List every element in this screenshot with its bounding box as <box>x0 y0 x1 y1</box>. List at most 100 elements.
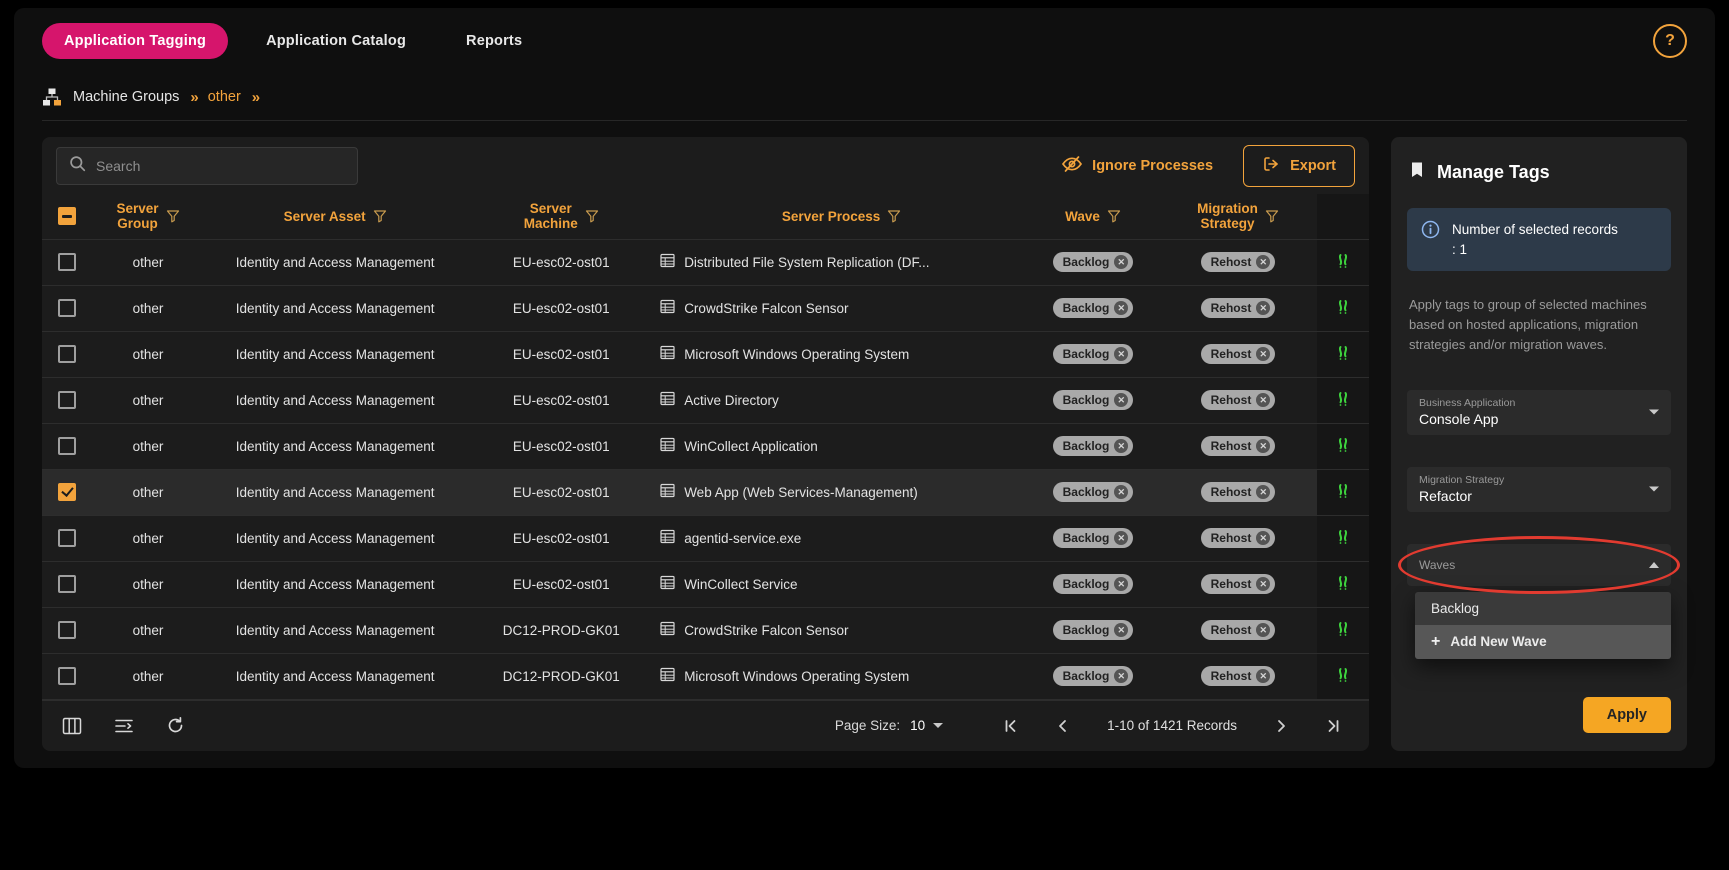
row-checkbox[interactable] <box>58 529 76 547</box>
panel-description: Apply tags to group of selected machines… <box>1409 295 1669 355</box>
strategy-chip-label: Rehost <box>1211 485 1252 499</box>
refresh-icon[interactable] <box>166 716 185 735</box>
column-header-migration-strategy[interactable]: Migration Strategy <box>1159 194 1317 238</box>
processes-icon[interactable] <box>1334 528 1352 549</box>
remove-strategy-icon[interactable]: ✕ <box>1256 577 1270 591</box>
table-row[interactable]: other Identity and Access Management EU-… <box>42 240 1369 286</box>
table-row[interactable]: other Identity and Access Management EU-… <box>42 332 1369 378</box>
row-checkbox[interactable] <box>58 391 76 409</box>
cell-server-group: other <box>92 516 204 561</box>
remove-wave-icon[interactable]: ✕ <box>1114 347 1128 361</box>
cell-server-asset: Identity and Access Management <box>204 654 466 699</box>
row-checkbox[interactable] <box>58 299 76 317</box>
row-checkbox[interactable] <box>58 253 76 271</box>
remove-strategy-icon[interactable]: ✕ <box>1256 531 1270 545</box>
table-row[interactable]: other Identity and Access Management EU-… <box>42 562 1369 608</box>
strategy-chip-label: Rehost <box>1211 669 1252 683</box>
column-header-server-asset[interactable]: Server Asset <box>204 194 466 238</box>
apply-button[interactable]: Apply <box>1583 697 1671 733</box>
table-row[interactable]: other Identity and Access Management EU-… <box>42 516 1369 562</box>
breadcrumb-root[interactable]: Machine Groups <box>73 89 179 105</box>
remove-strategy-icon[interactable]: ✕ <box>1256 255 1270 269</box>
processes-icon[interactable] <box>1334 574 1352 595</box>
column-header-server-process[interactable]: Server Process <box>656 194 1027 238</box>
remove-wave-icon[interactable]: ✕ <box>1114 531 1128 545</box>
remove-wave-icon[interactable]: ✕ <box>1114 301 1128 315</box>
column-header-server-machine[interactable]: Server Machine <box>466 194 656 238</box>
strategy-chip: Rehost ✕ <box>1201 390 1276 410</box>
menu-item-add-new-wave[interactable]: + Add New Wave <box>1415 625 1671 659</box>
menu-item-backlog[interactable]: Backlog <box>1415 592 1671 625</box>
cell-server-asset: Identity and Access Management <box>204 516 466 561</box>
processes-icon[interactable] <box>1334 620 1352 641</box>
row-density-icon[interactable] <box>114 717 134 735</box>
processes-icon[interactable] <box>1334 482 1352 503</box>
process-table-icon <box>660 621 675 639</box>
bookmark-icon <box>1409 161 1425 184</box>
row-checkbox[interactable] <box>58 667 76 685</box>
help-button[interactable]: ? <box>1653 24 1687 58</box>
cell-server-machine: DC12-PROD-GK01 <box>466 608 656 653</box>
search-input[interactable] <box>96 158 345 174</box>
processes-icon[interactable] <box>1334 436 1352 457</box>
processes-icon[interactable] <box>1334 666 1352 687</box>
column-header-wave[interactable]: Wave <box>1027 194 1159 238</box>
filter-icon[interactable] <box>887 209 901 223</box>
remove-strategy-icon[interactable]: ✕ <box>1256 669 1270 683</box>
processes-icon[interactable] <box>1334 344 1352 365</box>
processes-icon[interactable] <box>1334 390 1352 411</box>
remove-strategy-icon[interactable]: ✕ <box>1256 439 1270 453</box>
next-page-icon[interactable] <box>1273 718 1289 734</box>
previous-page-icon[interactable] <box>1055 718 1071 734</box>
tab-application-catalog[interactable]: Application Catalog <box>244 23 428 59</box>
select-all-checkbox[interactable] <box>58 207 76 225</box>
last-page-icon[interactable] <box>1325 718 1341 734</box>
remove-wave-icon[interactable]: ✕ <box>1114 669 1128 683</box>
filter-icon[interactable] <box>1107 209 1121 223</box>
cell-server-asset: Identity and Access Management <box>204 286 466 331</box>
row-checkbox[interactable] <box>58 621 76 639</box>
filter-icon[interactable] <box>1265 209 1279 223</box>
processes-icon[interactable] <box>1334 252 1352 273</box>
column-header-server-group[interactable]: Server Group <box>92 194 204 238</box>
field-label: Waves <box>1419 558 1641 572</box>
table-row[interactable]: other Identity and Access Management EU-… <box>42 378 1369 424</box>
remove-strategy-icon[interactable]: ✕ <box>1256 301 1270 315</box>
remove-wave-icon[interactable]: ✕ <box>1114 623 1128 637</box>
remove-strategy-icon[interactable]: ✕ <box>1256 393 1270 407</box>
remove-wave-icon[interactable]: ✕ <box>1114 485 1128 499</box>
table-row[interactable]: other Identity and Access Management EU-… <box>42 424 1369 470</box>
business-application-select[interactable]: Business Application Console App <box>1407 390 1671 435</box>
remove-wave-icon[interactable]: ✕ <box>1114 393 1128 407</box>
remove-wave-icon[interactable]: ✕ <box>1114 577 1128 591</box>
remove-wave-icon[interactable]: ✕ <box>1114 255 1128 269</box>
search-box[interactable] <box>56 147 358 185</box>
row-checkbox[interactable] <box>58 575 76 593</box>
tab-application-tagging[interactable]: Application Tagging <box>42 23 228 59</box>
waves-select[interactable]: Waves <box>1407 544 1671 586</box>
migration-strategy-select[interactable]: Migration Strategy Refactor <box>1407 467 1671 512</box>
processes-icon[interactable] <box>1334 298 1352 319</box>
columns-icon[interactable] <box>62 717 82 735</box>
remove-strategy-icon[interactable]: ✕ <box>1256 485 1270 499</box>
filter-icon[interactable] <box>166 209 180 223</box>
remove-wave-icon[interactable]: ✕ <box>1114 439 1128 453</box>
table-row[interactable]: other Identity and Access Management DC1… <box>42 608 1369 654</box>
filter-icon[interactable] <box>585 209 599 223</box>
remove-strategy-icon[interactable]: ✕ <box>1256 347 1270 361</box>
row-checkbox[interactable] <box>58 483 76 501</box>
manage-tags-panel: Manage Tags Number of selected records :… <box>1391 137 1687 751</box>
row-checkbox[interactable] <box>58 437 76 455</box>
breadcrumb-current[interactable]: other <box>208 89 241 105</box>
table-row[interactable]: other Identity and Access Management EU-… <box>42 286 1369 332</box>
export-button[interactable]: Export <box>1243 145 1355 187</box>
ignore-processes-button[interactable]: Ignore Processes <box>1061 154 1213 178</box>
page-size-select[interactable]: 10 <box>910 718 943 733</box>
row-checkbox[interactable] <box>58 345 76 363</box>
table-row[interactable]: other Identity and Access Management EU-… <box>42 470 1369 516</box>
first-page-icon[interactable] <box>1003 718 1019 734</box>
remove-strategy-icon[interactable]: ✕ <box>1256 623 1270 637</box>
tab-reports[interactable]: Reports <box>444 23 544 59</box>
filter-icon[interactable] <box>373 209 387 223</box>
table-row[interactable]: other Identity and Access Management DC1… <box>42 654 1369 700</box>
